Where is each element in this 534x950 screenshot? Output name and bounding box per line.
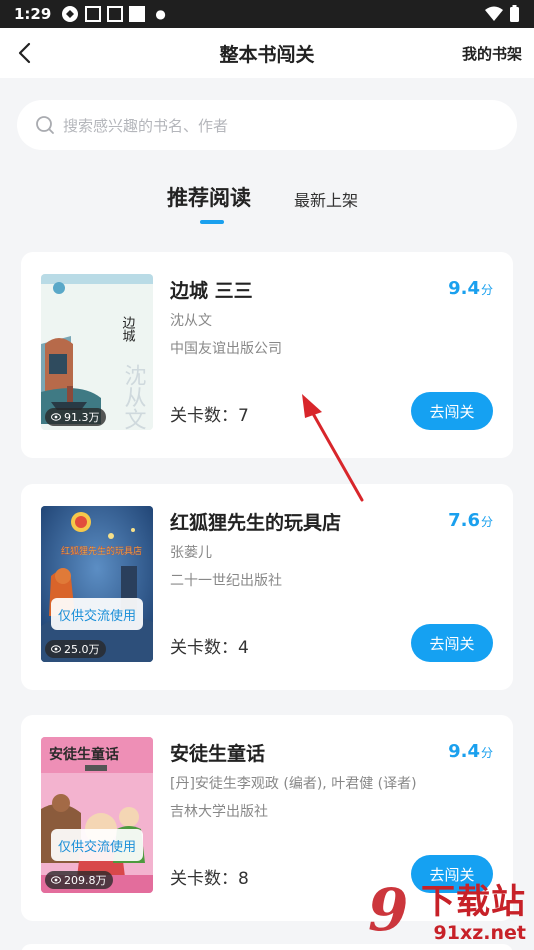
- book-cover: 边城 沈从文 91.3万: [41, 274, 153, 430]
- search-placeholder: 搜索感兴趣的书名、作者: [63, 116, 229, 135]
- battery-icon: [510, 5, 519, 22]
- cover-title-text: 安徒生童话: [49, 746, 119, 763]
- tab-newest[interactable]: 最新上架: [294, 187, 358, 211]
- active-tab-indicator: [200, 220, 224, 224]
- cover-art: 边城 沈从文: [41, 274, 153, 430]
- book-author: [丹]安徒生李观政 (编者), 叶君健 (译者): [170, 776, 417, 792]
- back-arrow-icon[interactable]: [14, 41, 38, 65]
- eye-icon: [51, 876, 61, 884]
- book-card[interactable]: 红狐狸先生的玩具店 仅供交流使用 25.0万 红狐狸先生的玩具店 张蒌儿 二十一…: [21, 484, 513, 690]
- more-notifications-icon: ●: [155, 7, 166, 21]
- watermark-label: 仅供交流使用: [51, 598, 143, 630]
- book-author: 沈从文: [170, 313, 212, 329]
- svg-text:沈从文: 沈从文: [121, 364, 147, 430]
- search-input[interactable]: 搜索感兴趣的书名、作者: [17, 100, 517, 150]
- level-count: 关卡数：7: [170, 406, 249, 426]
- tab-bar: 推荐阅读 最新上架: [0, 182, 534, 232]
- level-count: 关卡数：8: [170, 869, 249, 889]
- eye-icon: [51, 413, 61, 421]
- start-challenge-button[interactable]: 去闯关: [411, 392, 493, 430]
- cover-title-text: 边城: [120, 316, 136, 343]
- book-publisher: 吉林大学出版社: [170, 804, 268, 820]
- view-count-badge: 209.8万: [45, 871, 113, 889]
- status-time: 1:29: [14, 5, 52, 23]
- wifi-icon: [485, 6, 503, 21]
- view-count-badge: 25.0万: [45, 640, 106, 658]
- search-icon: [36, 116, 54, 134]
- book-score: 9.4分: [448, 741, 493, 762]
- cover-art: 安徒生童话: [41, 737, 153, 893]
- nav-bar: 整本书闯关 我的书架: [0, 28, 534, 78]
- book-score: 9.4分: [448, 278, 493, 299]
- page-title: 整本书闯关: [219, 43, 315, 66]
- app-notification-icon: [62, 6, 79, 22]
- notification-icon: [107, 6, 124, 22]
- book-publisher: 中国友谊出版公司: [170, 341, 282, 357]
- book-title: 安徒生童话: [170, 743, 266, 765]
- site-watermark-logo: 9 下载站 91xz.net: [368, 876, 526, 944]
- book-author: 张蒌儿: [170, 545, 212, 561]
- book-cover: 红狐狸先生的玩具店 仅供交流使用 25.0万: [41, 506, 153, 662]
- book-title: 边城 三三: [170, 280, 253, 302]
- eye-icon: [51, 645, 61, 653]
- book-score: 7.6分: [448, 510, 493, 531]
- notification-icon: [85, 6, 102, 22]
- watermark-label: 仅供交流使用: [51, 829, 143, 861]
- cover-art: 红狐狸先生的玩具店: [41, 506, 153, 662]
- cover-title-text: 红狐狸先生的玩具店: [61, 545, 142, 557]
- tab-recommended[interactable]: 推荐阅读: [167, 182, 251, 212]
- view-count-badge: 91.3万: [45, 408, 106, 426]
- book-card[interactable]: 边城 沈从文 91.3万 边城 三三 沈从文 中国友谊出版公司 关卡数：7 9.…: [21, 252, 513, 458]
- level-count: 关卡数：4: [170, 638, 249, 658]
- notification-icon: [129, 6, 146, 22]
- status-bar: 1:29 ●: [0, 0, 534, 28]
- start-challenge-button[interactable]: 去闯关: [411, 624, 493, 662]
- book-title: 红狐狸先生的玩具店: [170, 512, 342, 534]
- book-publisher: 二十一世纪出版社: [170, 573, 282, 589]
- book-cover: 安徒生童话 仅供交流使用 209.8万: [41, 737, 153, 893]
- my-bookshelf-link[interactable]: 我的书架: [462, 43, 522, 64]
